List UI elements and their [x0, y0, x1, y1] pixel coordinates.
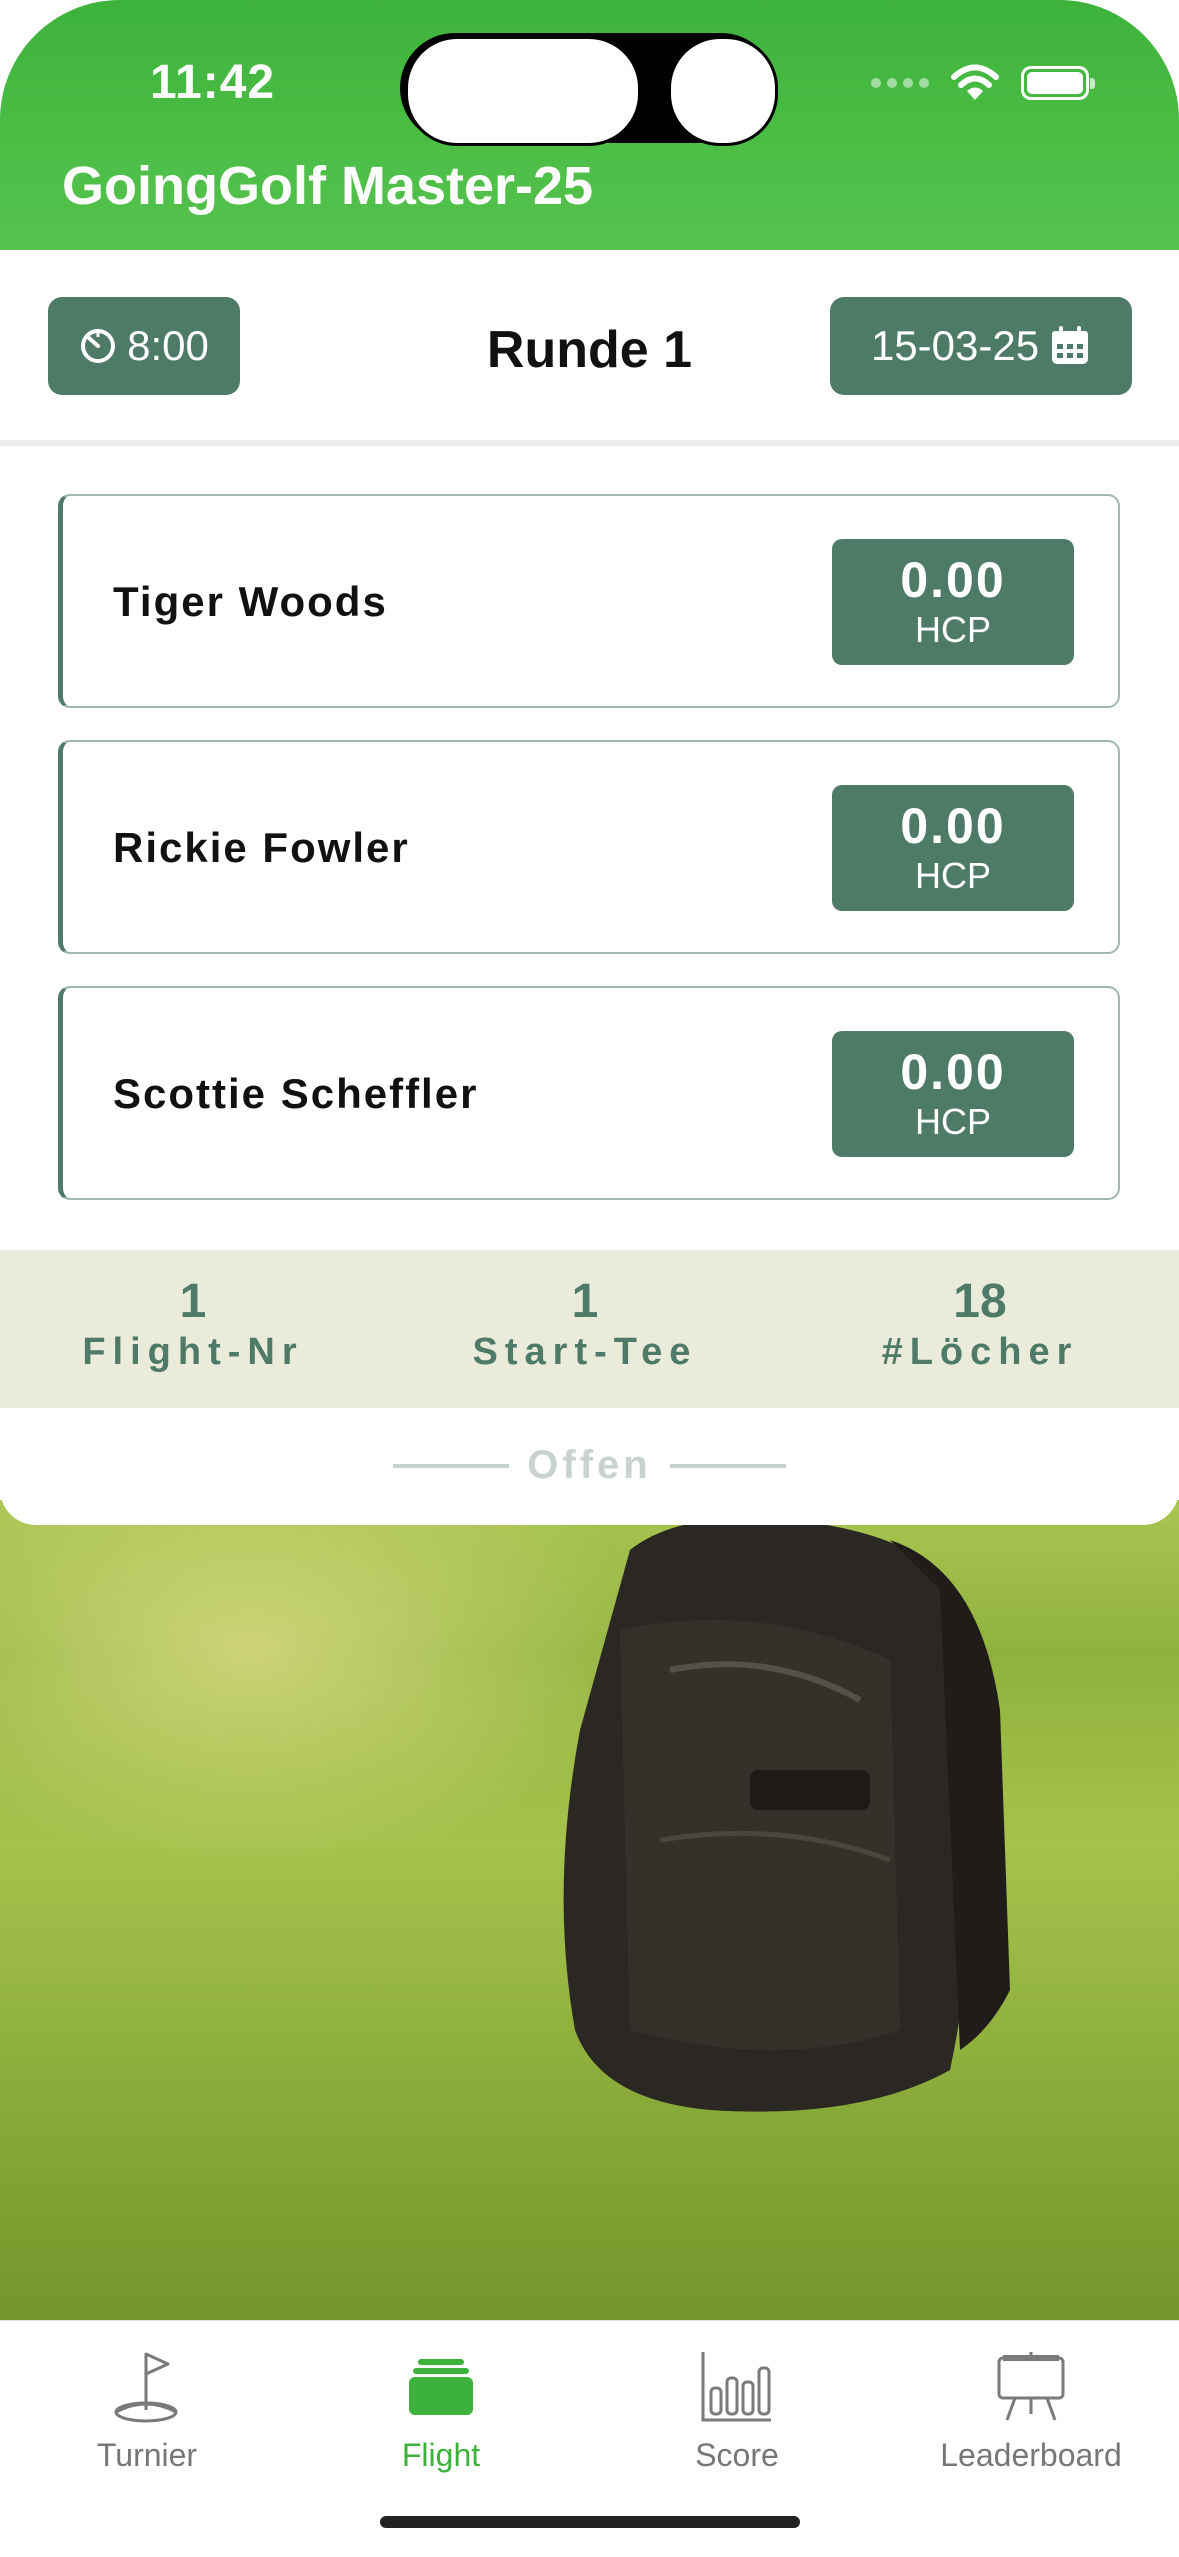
hcp-label: HCP: [914, 855, 991, 896]
round-toolbar: 8:00 Runde 1 15-03-25: [0, 250, 1179, 446]
bar-chart-icon: [701, 2352, 771, 2422]
stat-label: Flight-Nr: [82, 1331, 304, 1373]
hcp-badge: 0.00 HCP: [832, 539, 1074, 665]
flight-status: Offen: [0, 1443, 1179, 1488]
stat-flight-nr: 1 Flight-Nr: [13, 1274, 373, 1374]
tab-label: Score: [695, 2437, 779, 2473]
player-card[interactable]: Rickie Fowler 0.00 HCP: [58, 740, 1120, 954]
wifi-icon: [951, 64, 999, 100]
player-name: Scottie Scheffler: [113, 1070, 479, 1117]
flight-stats: 1 Flight-Nr 1 Start-Tee 18 #Löcher: [0, 1250, 1179, 1408]
toolbar-divider: [0, 440, 1179, 446]
app-title: GoingGolf Master-25: [62, 156, 594, 216]
calendar-icon: [1052, 326, 1089, 364]
status-time: 11:42: [150, 56, 276, 109]
player-card[interactable]: Scottie Scheffler 0.00 HCP: [58, 986, 1120, 1200]
stat-value: 18: [953, 1275, 1007, 1328]
stat-holes: 18 #Löcher: [800, 1274, 1160, 1374]
tab-flight[interactable]: Flight: [294, 2341, 588, 2474]
app-header: 11:42 GoingGolf Master-25: [0, 0, 1179, 250]
stat-value: 1: [571, 1275, 599, 1328]
hcp-value: 0.00: [900, 798, 1006, 854]
stat-value: 1: [179, 1275, 207, 1328]
hcp-badge: 0.00 HCP: [832, 1031, 1074, 1157]
hcp-value: 0.00: [900, 1044, 1006, 1100]
cellular-signal-icon: [871, 78, 929, 88]
status-icons: [871, 64, 1095, 102]
flag-icon: [114, 2352, 178, 2423]
stack-icon: [409, 2359, 473, 2415]
player-name: Tiger Woods: [113, 578, 388, 625]
island-pill-right: [668, 36, 778, 146]
flight-status-label: Offen: [527, 1443, 652, 1487]
tab-leaderboard[interactable]: Leaderboard: [884, 2341, 1178, 2474]
date-button[interactable]: 15-03-25: [830, 297, 1132, 395]
island-pill-left: [405, 36, 641, 146]
battery-icon: [1021, 66, 1095, 100]
tab-label: Flight: [401, 2437, 481, 2473]
tab-score[interactable]: Score: [590, 2341, 884, 2474]
stat-label: #Löcher: [881, 1331, 1079, 1373]
status-divider-right: [669, 1463, 786, 1468]
stat-start-tee: 1 Start-Tee: [405, 1274, 765, 1374]
tab-label: Leaderboard: [940, 2437, 1122, 2473]
hcp-badge: 0.00 HCP: [832, 785, 1074, 911]
hcp-value: 0.00: [900, 552, 1006, 608]
home-indicator[interactable]: [380, 2516, 800, 2528]
hcp-label: HCP: [914, 1101, 991, 1142]
golf-bag-image: [563, 1518, 1010, 2112]
flight-card: 8:00 Runde 1 15-03-25 Tiger Woods 0.00 H…: [0, 250, 1179, 1525]
hcp-label: HCP: [914, 609, 991, 650]
tab-label: Turnier: [96, 2437, 198, 2473]
player-name: Rickie Fowler: [113, 824, 410, 871]
status-divider-left: [393, 1463, 510, 1468]
date-label: 15-03-25: [870, 322, 1040, 369]
stat-label: Start-Tee: [472, 1331, 698, 1373]
easel-icon: [997, 2352, 1065, 2421]
tab-turnier[interactable]: Turnier: [0, 2341, 294, 2474]
player-card[interactable]: Tiger Woods 0.00 HCP: [58, 494, 1120, 708]
